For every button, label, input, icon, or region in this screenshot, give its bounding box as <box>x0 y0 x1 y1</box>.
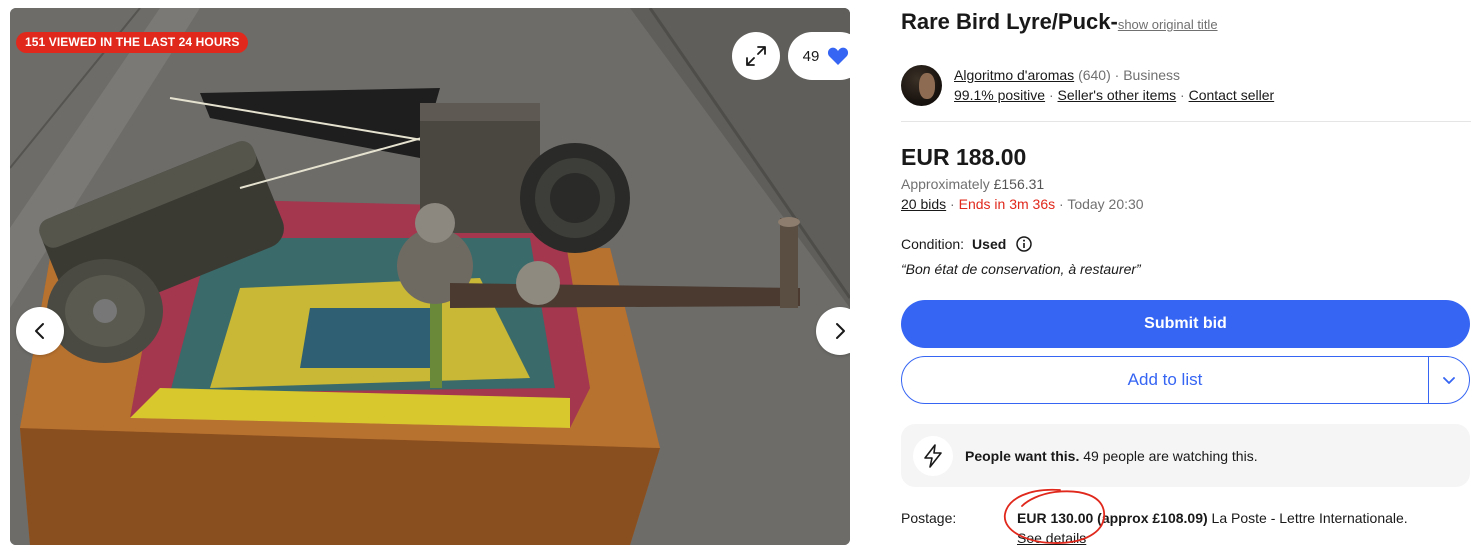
current-bid-price: EUR 188.00 <box>901 144 1027 170</box>
postage-service: La Poste - Lettre Internationale. <box>1207 510 1408 526</box>
separator: · <box>950 196 955 212</box>
watchers-detail: 49 people are watching this. <box>1079 448 1258 464</box>
add-to-list-dropdown[interactable] <box>1429 357 1469 403</box>
watch-button[interactable]: 49 <box>788 32 850 80</box>
add-to-list-button[interactable]: Add to list <box>902 357 1429 403</box>
separator: · <box>1059 196 1064 212</box>
watchers-text: People want this. 49 people are watching… <box>965 448 1258 464</box>
postage-value: EUR 130.00 (approx £108.09) La Poste - L… <box>1017 510 1408 526</box>
end-time: Today 20:30 <box>1067 196 1144 212</box>
approx-label: Approximately <box>901 176 990 192</box>
approx-price: Approximately £156.31 <box>901 176 1044 192</box>
watchers-callout: People want this. 49 people are watching… <box>901 424 1470 487</box>
chevron-left-icon <box>35 323 44 339</box>
postage-see-details-link[interactable]: See details <box>1017 530 1086 546</box>
seller-line-1: Algoritmo d'aromas (640) · Business <box>954 67 1180 83</box>
seller-feedback-count: (640) <box>1078 67 1111 83</box>
seller-info: Algoritmo d'aromas (640) · Business 99.1… <box>901 65 1471 122</box>
listing-title: Rare Bird Lyre/Puck- <box>901 9 1118 34</box>
contact-seller-link[interactable]: Contact seller <box>1189 87 1275 103</box>
condition-row: Condition: Used <box>901 236 1033 252</box>
condition-value: Used <box>972 236 1007 252</box>
separator: · <box>1114 67 1120 83</box>
postage-approx: (approx £108.09) <box>1093 510 1208 526</box>
expand-button[interactable] <box>732 32 780 80</box>
product-photo <box>10 8 850 545</box>
expand-icon <box>746 46 766 66</box>
seller-avatar[interactable] <box>901 65 942 106</box>
info-icon[interactable] <box>1016 236 1033 252</box>
seller-line-2: 99.1% positive · Seller's other items · … <box>954 87 1274 103</box>
product-image-gallery[interactable]: 151 VIEWED IN THE LAST 24 HOURS 49 <box>10 8 850 545</box>
postage-price: EUR 130.00 <box>1017 510 1094 526</box>
show-original-title-link[interactable]: show original title <box>1118 17 1218 32</box>
separator: · <box>1048 87 1054 103</box>
previous-image-button[interactable] <box>16 307 64 355</box>
watch-count: 49 <box>802 47 820 65</box>
approx-value: £156.31 <box>993 176 1045 192</box>
submit-bid-button[interactable]: Submit bid <box>901 300 1470 348</box>
condition-label: Condition: <box>901 236 965 252</box>
bids-row: 20 bids · Ends in 3m 36s · Today 20:30 <box>901 196 1144 212</box>
seller-positive-link[interactable]: 99.1% positive <box>954 87 1045 103</box>
bids-count-link[interactable]: 20 bids <box>901 196 946 212</box>
chevron-right-icon <box>836 323 845 339</box>
heart-icon <box>828 47 849 65</box>
seller-name-link[interactable]: Algoritmo d'aromas <box>954 67 1074 83</box>
seller-other-items-link[interactable]: Seller's other items <box>1058 87 1177 103</box>
add-to-list-control: Add to list <box>901 356 1470 404</box>
chevron-down-icon <box>1443 377 1455 384</box>
seller-type: Business <box>1123 67 1181 83</box>
watchers-headline: People want this. <box>965 448 1080 464</box>
title-row: Rare Bird Lyre/Puck-show original title <box>901 9 1218 35</box>
postage-label: Postage: <box>901 510 957 526</box>
lightning-icon <box>913 436 953 476</box>
separator: · <box>1180 87 1185 103</box>
seller-condition-note: “Bon état de conservation, à restaurer” <box>901 261 1141 277</box>
views-badge: 151 VIEWED IN THE LAST 24 HOURS <box>16 32 249 53</box>
ends-in-timer: Ends in 3m 36s <box>958 196 1056 212</box>
